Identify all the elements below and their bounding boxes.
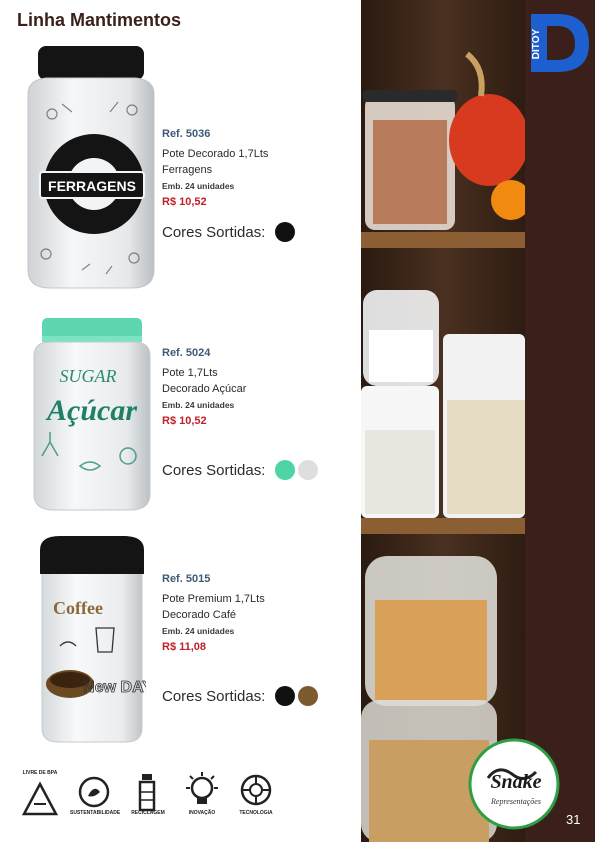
colors-label: Cores Sortidas: [162, 461, 266, 479]
product-image-acucar-jar: SUGAR Açúcar [33, 318, 151, 511]
product-image-coffee-jar: Coffee New DAY [40, 536, 146, 743]
product-price: R$ 11,08 [162, 641, 207, 653]
product-price: R$ 10,52 [162, 415, 207, 427]
product-name-line1: Pote Premium 1,7Lts [162, 593, 265, 605]
logo-text: DITOY [531, 28, 542, 59]
colors-label: Cores Sortidas: [162, 687, 266, 705]
jar-label-coffee: Coffee [53, 598, 103, 618]
product-price: R$ 10,52 [162, 196, 207, 208]
product-info-5015: Ref. 5015 Pote Premium 1,7Lts Decorado C… [162, 573, 265, 653]
product-packaging: Emb. 24 unidades [162, 626, 235, 636]
jar-label-sugar: SUGAR [60, 366, 117, 386]
page-title: Linha Mantimentos [17, 10, 182, 30]
recycle-triangle-icon: LIVRE DE BPA [16, 770, 64, 820]
page-number: 31 [566, 812, 581, 827]
technology-chip-icon: TECNOLOGIA [232, 770, 280, 820]
color-options-5036: Cores Sortidas: [162, 222, 298, 242]
color-swatch-clear [298, 460, 319, 480]
product-name-line2: Decorado Açúcar [162, 383, 247, 395]
product-info-5036: Ref. 5036 Pote Decorado 1,7Lts Ferragens… [162, 128, 268, 208]
product-image-ferragens-jar: FERRAGENS [27, 46, 155, 289]
jar-label-ferragens: FERRAGENS [48, 178, 136, 194]
colors-label: Cores Sortidas: [162, 223, 266, 241]
brand-sidebar [525, 0, 595, 842]
badge-title: Snake [490, 771, 541, 793]
product-packaging: Emb. 24 unidades [162, 400, 235, 410]
color-options-5015: Cores Sortidas: [162, 686, 321, 706]
color-swatch-brown [298, 686, 319, 706]
product-ref: Ref. 5036 [162, 128, 211, 140]
jar-label-acucar: Açúcar [45, 394, 137, 427]
pantry-photo [361, 0, 525, 842]
badge-subtitle: Representações [490, 797, 541, 806]
product-name-line1: Pote 1,7Lts [162, 367, 218, 379]
jar-label-new-day: New DAY [83, 679, 146, 696]
feature-icons: LIVRE DE BPA SUSTENTABILIDADE RECICLAGEM… [16, 770, 280, 820]
product-name-line2: Ferragens [162, 164, 213, 176]
product-ref: Ref. 5015 [162, 573, 211, 585]
product-info-5024: Ref. 5024 Pote 1,7Lts Decorado Açúcar Em… [162, 347, 246, 427]
product-name-line1: Pote Decorado 1,7Lts [162, 148, 269, 160]
snake-representacoes-badge: Snake Representações [468, 738, 560, 830]
color-swatch-black [275, 222, 296, 242]
product-packaging: Emb. 24 unidades [162, 181, 235, 191]
recycling-bottle-icon: RECICLAGEM [124, 770, 172, 820]
product-ref: Ref. 5024 [162, 347, 211, 359]
product-name-line2: Decorado Café [162, 609, 236, 621]
ditoy-logo: DITOY [531, 14, 589, 72]
color-swatch-green [275, 460, 296, 480]
innovation-bulb-icon: INOVAÇÃO [178, 770, 226, 820]
color-swatch-black [275, 686, 296, 706]
color-options-5024: Cores Sortidas: [162, 460, 321, 480]
sustainability-icon: SUSTENTABILIDADE [70, 770, 120, 820]
